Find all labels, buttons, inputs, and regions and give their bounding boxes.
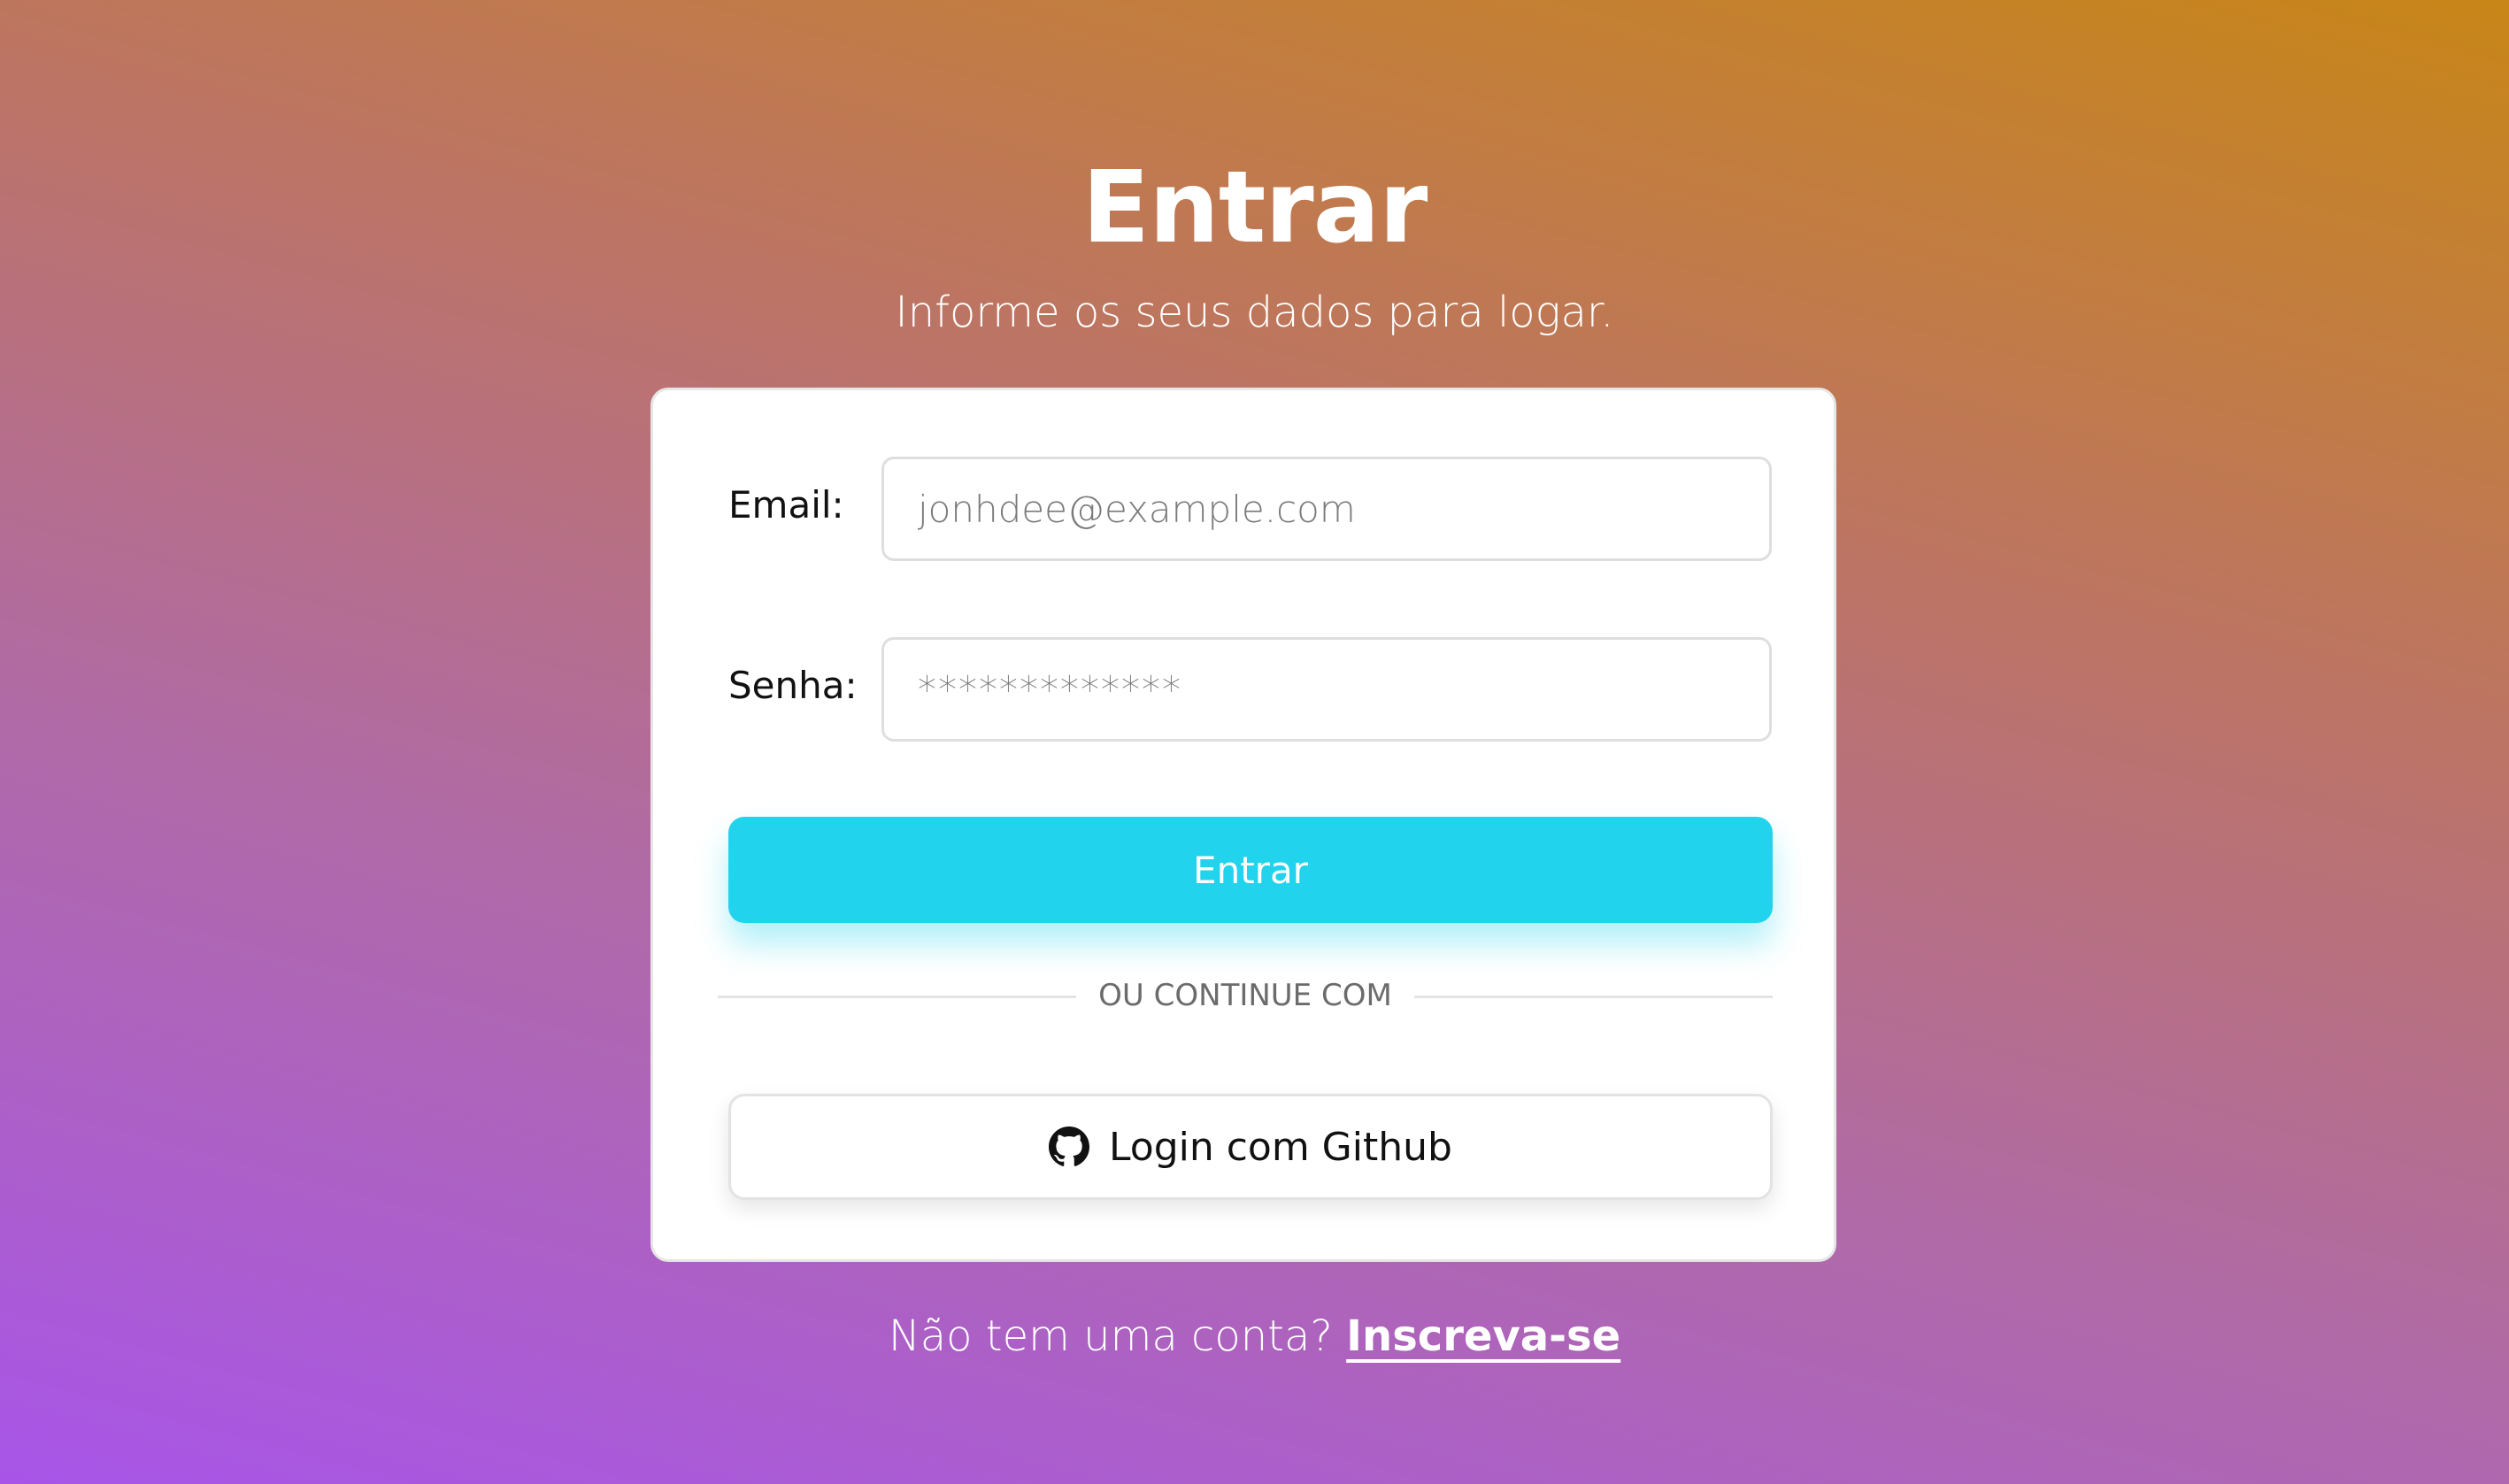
email-input[interactable] [881, 457, 1772, 561]
github-login-label: Login com Github [1109, 1124, 1452, 1170]
login-button[interactable]: Entrar [728, 817, 1773, 923]
password-input[interactable] [881, 637, 1772, 742]
email-label: Email: [728, 483, 844, 527]
signup-prompt-text: Não tem uma conta? [888, 1311, 1333, 1361]
login-card: Email: Senha: Entrar OU CONTINUE COM Log… [650, 388, 1836, 1262]
signup-link[interactable]: Inscreva-se [1346, 1311, 1620, 1361]
login-page: Entrar Informe os seus dados para logar.… [0, 0, 2509, 1484]
signup-prompt: Não tem uma conta? Inscreva-se [0, 1305, 2509, 1367]
divider-line-right [1414, 996, 1773, 998]
divider: OU CONTINUE COM [718, 969, 1773, 1022]
page-title: Entrar [1081, 150, 1428, 265]
page-subtitle: Informe os seus dados para logar. [895, 288, 1614, 337]
github-login-button[interactable]: Login com Github [728, 1094, 1773, 1200]
password-label: Senha: [728, 664, 858, 707]
github-icon [1049, 1126, 1090, 1166]
